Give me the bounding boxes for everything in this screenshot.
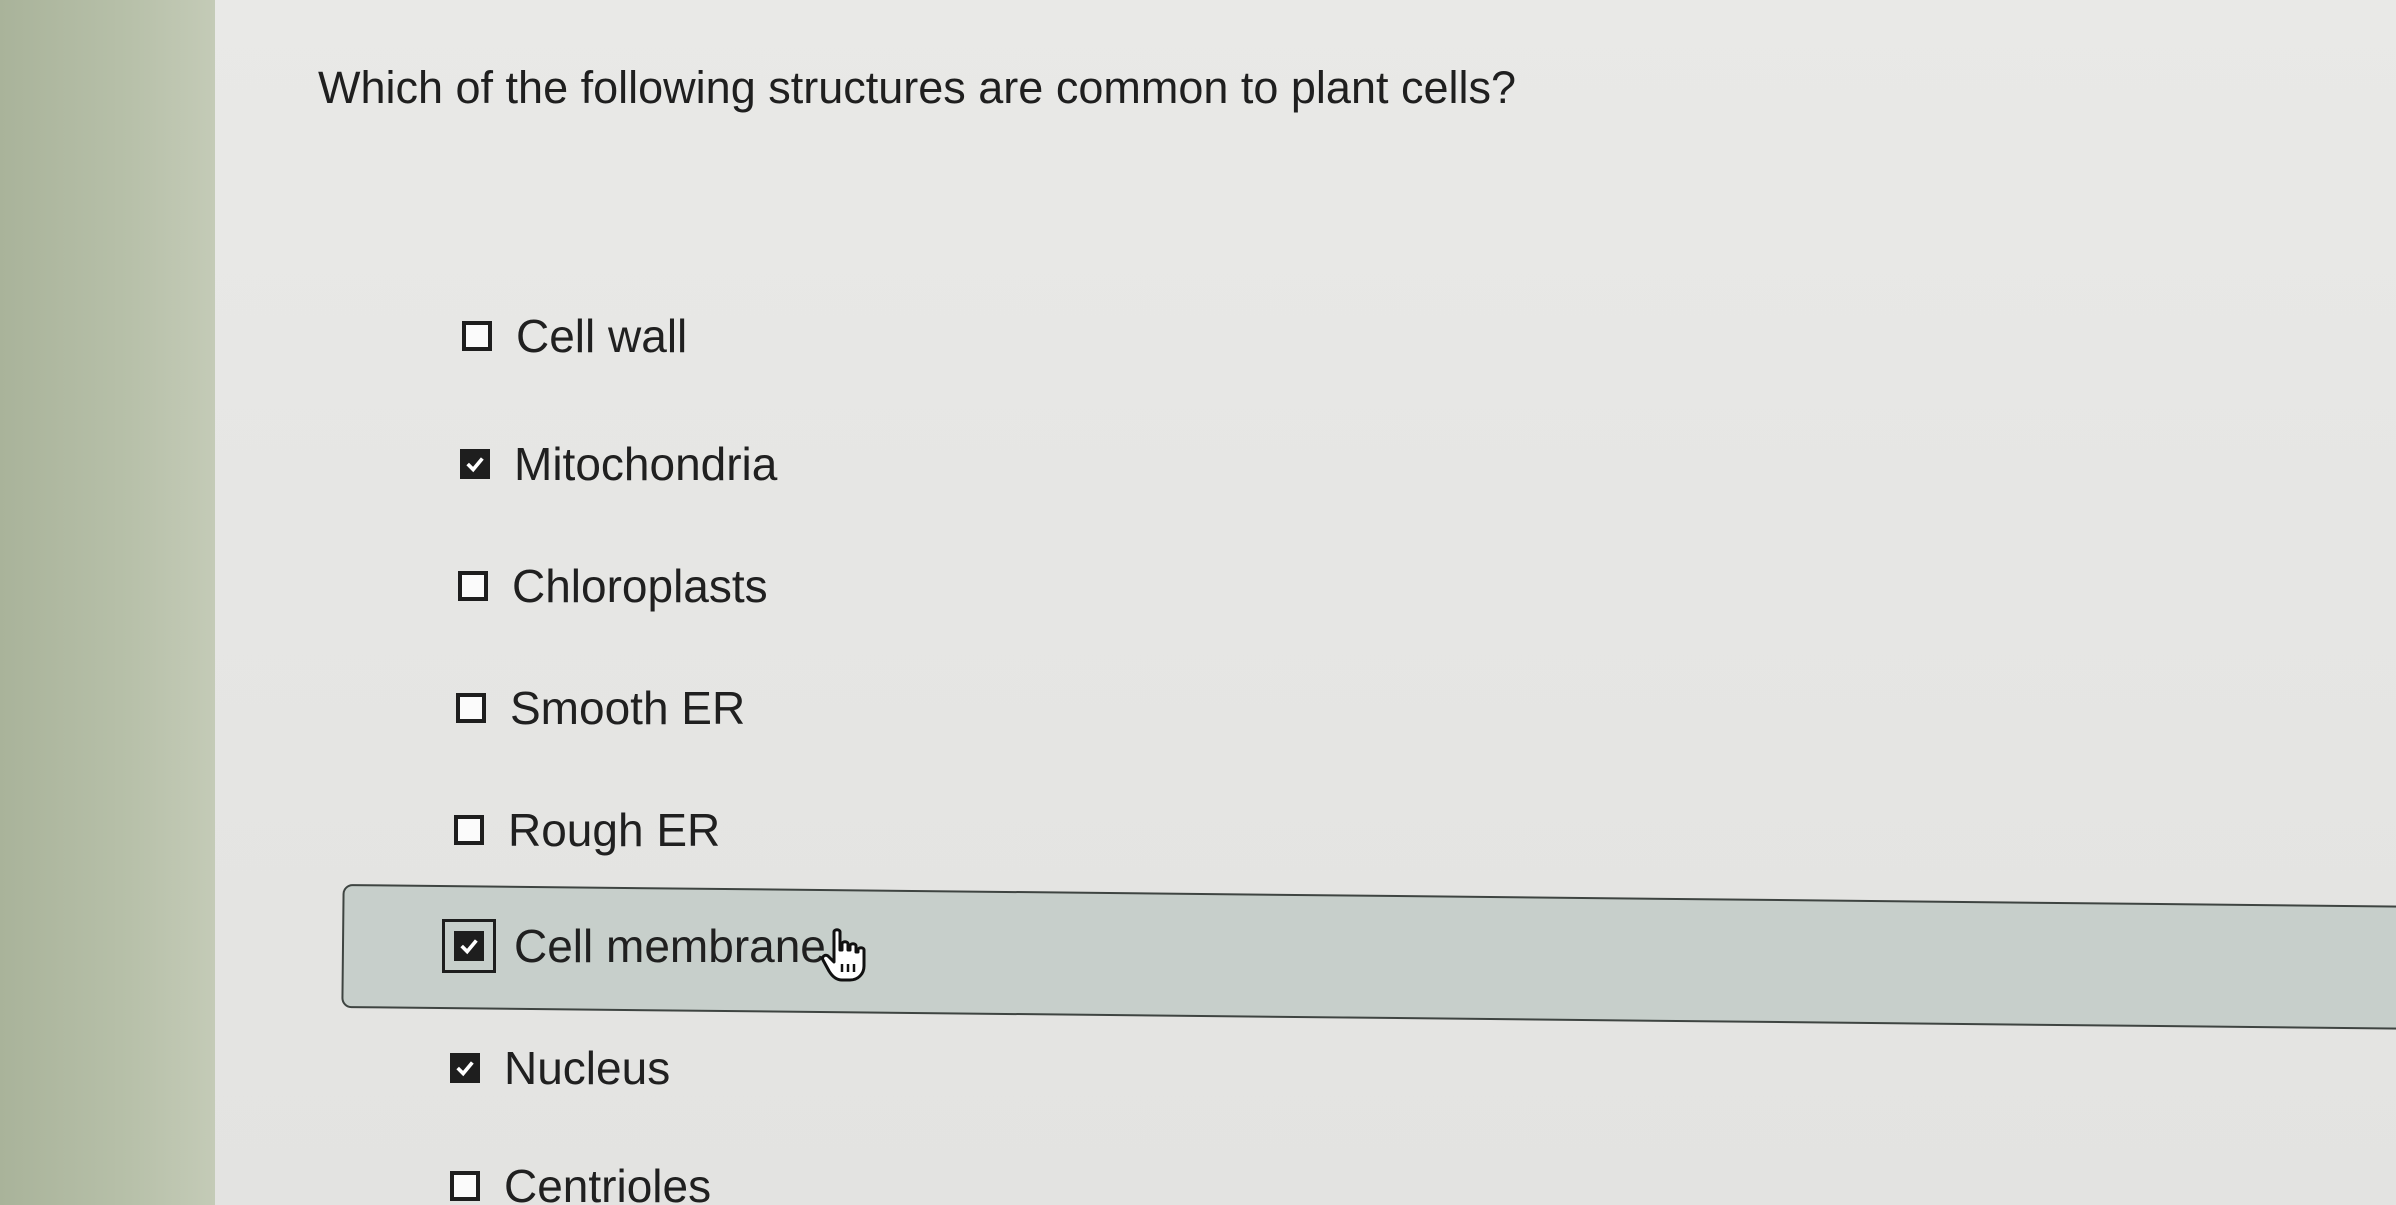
option-chloroplasts[interactable]: Chloroplasts bbox=[458, 546, 768, 626]
checkmark-icon bbox=[460, 939, 478, 955]
background-left-strip bbox=[0, 0, 215, 1205]
checkmark-icon bbox=[456, 1061, 474, 1077]
option-centrioles[interactable]: Centrioles bbox=[450, 1146, 711, 1205]
checkbox-focus-ring bbox=[442, 919, 496, 973]
checkbox-centrioles[interactable] bbox=[450, 1171, 480, 1201]
option-label: Cell wall bbox=[516, 310, 688, 362]
question-text: Which of the following structures are co… bbox=[318, 62, 1517, 113]
option-label: Mitochondria bbox=[514, 438, 778, 490]
option-label: Rough ER bbox=[508, 804, 721, 856]
option-cell-membrane[interactable]: Cell membrane bbox=[442, 906, 826, 986]
option-mitochondria[interactable]: Mitochondria bbox=[460, 424, 777, 504]
checkbox-mitochondria[interactable] bbox=[460, 449, 490, 479]
option-nucleus[interactable]: Nucleus bbox=[450, 1028, 670, 1108]
checkbox-cell-membrane[interactable] bbox=[454, 931, 484, 961]
option-smooth-er[interactable]: Smooth ER bbox=[456, 668, 745, 748]
option-label: Chloroplasts bbox=[512, 560, 768, 612]
option-cell-wall[interactable]: Cell wall bbox=[462, 296, 687, 376]
option-label: Cell membrane bbox=[514, 920, 826, 972]
checkbox-nucleus[interactable] bbox=[450, 1053, 480, 1083]
checkbox-cell-wall[interactable] bbox=[462, 321, 492, 351]
option-label: Smooth ER bbox=[510, 682, 746, 734]
hand-pointer-icon bbox=[821, 928, 866, 982]
checkbox-smooth-er[interactable] bbox=[456, 693, 486, 723]
checkmark-icon bbox=[466, 457, 484, 473]
option-rough-er[interactable]: Rough ER bbox=[454, 790, 720, 870]
checkbox-rough-er[interactable] bbox=[454, 815, 484, 845]
option-label: Centrioles bbox=[504, 1160, 712, 1205]
checkbox-chloroplasts[interactable] bbox=[458, 571, 488, 601]
option-label: Nucleus bbox=[504, 1042, 671, 1094]
